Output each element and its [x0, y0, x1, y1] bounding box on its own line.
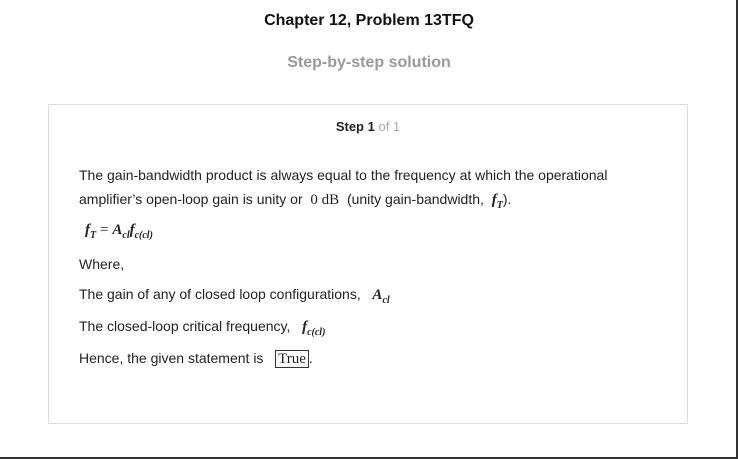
eq-a-subscript: cl — [122, 230, 130, 241]
frequency-definition-text: The closed-loop critical frequency, — [79, 318, 291, 334]
step-header: Step 1 of 1 — [49, 119, 687, 134]
explanation-line-2: amplifier’s open-loop gain is unity or 0… — [79, 191, 511, 211]
solution-subtitle: Step-by-step solution — [287, 54, 451, 71]
unity-gain-symbol: fT — [492, 192, 503, 211]
conclusion-period: . — [308, 350, 313, 366]
gain-definition-line: The gain of any of closed loop configura… — [79, 286, 390, 306]
critical-frequency-sub: c(cl) — [307, 327, 326, 338]
eq-fc-subscript: c(cl) — [134, 230, 153, 241]
step-count: of 1 — [378, 119, 401, 134]
answer-box: True — [275, 350, 309, 368]
explanation-line-2-end: ). — [502, 191, 512, 207]
frequency-definition-line: The closed-loop critical frequency, fc(c… — [79, 318, 325, 338]
explanation-line-1: The gain-bandwidth product is always equ… — [79, 167, 608, 183]
conclusion-line: Hence, the given statement is True. — [79, 350, 313, 368]
eq-f-subscript: T — [90, 230, 97, 241]
explanation-line-2-middle: (unity gain-bandwidth, — [346, 191, 484, 207]
solution-card: Step 1 of 1 The gain-bandwidth product i… — [48, 104, 688, 424]
gain-bandwidth-equation: fT = Aclfc(cl) — [85, 221, 153, 241]
gain-symbol-sub: cl — [382, 295, 390, 306]
chapter-title: Chapter 12, Problem 13TFQ — [264, 12, 474, 29]
gain-definition-text: The gain of any of closed loop configura… — [79, 286, 361, 302]
eq-a-symbol: A — [112, 222, 123, 238]
explanation-line-2-start: amplifier’s open-loop gain is unity or — [79, 191, 303, 207]
zero-db-value: 0 dB — [310, 192, 340, 208]
where-label: Where, — [79, 256, 125, 272]
critical-frequency-symbol: fc(cl) — [302, 319, 326, 338]
step-label: Step 1 — [335, 119, 375, 134]
gain-symbol: Acl — [372, 287, 390, 306]
gain-symbol-a: A — [372, 287, 383, 303]
eq-equals-sign: = — [100, 222, 109, 238]
conclusion-text: Hence, the given statement is — [79, 350, 264, 366]
